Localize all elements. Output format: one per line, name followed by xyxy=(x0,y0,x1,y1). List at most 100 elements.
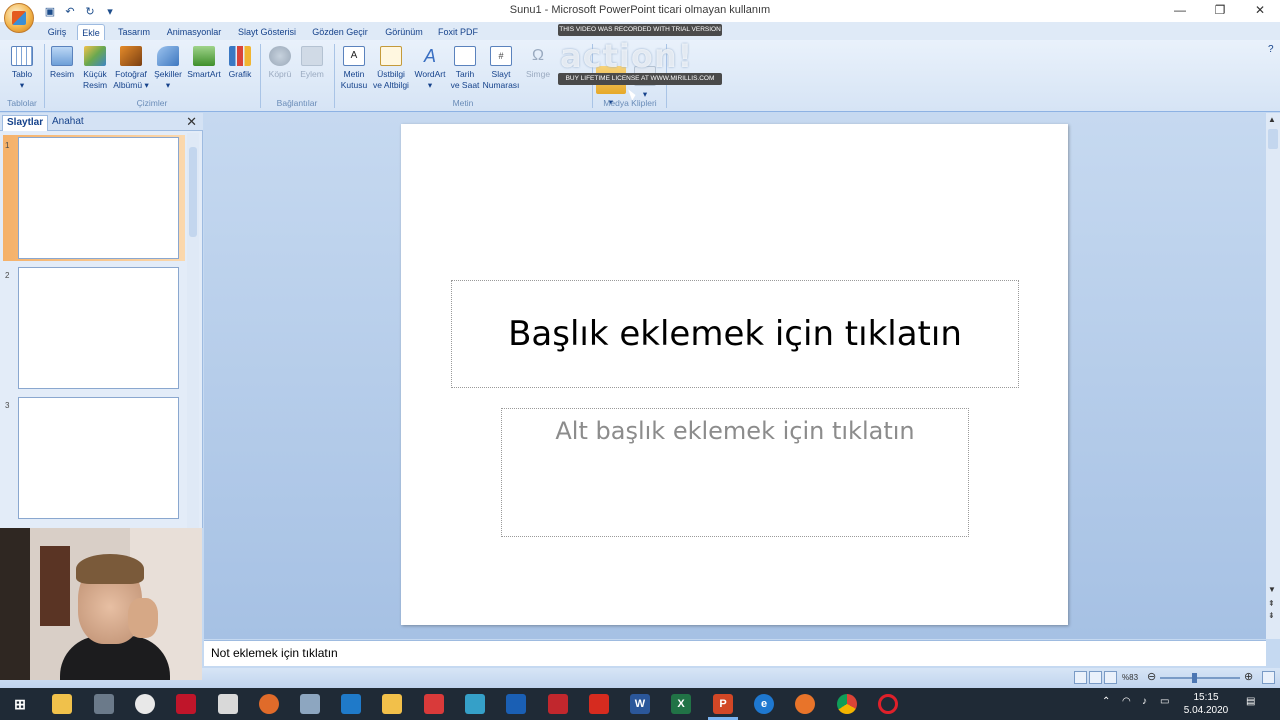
group-label-baglantilar: Bağlantılar xyxy=(276,98,318,108)
slide-show-button[interactable] xyxy=(1104,671,1117,684)
tray-chevron-icon[interactable]: ⌃ xyxy=(1102,696,1110,707)
help-icon[interactable]: ? xyxy=(1268,44,1274,55)
normal-view-button[interactable] xyxy=(1074,671,1087,684)
slide-scrollbar[interactable]: ▲ ▼ ⇞ ⇟ xyxy=(1266,113,1280,639)
spreadsheet-app-icon[interactable] xyxy=(465,694,485,714)
firefox-icon[interactable] xyxy=(795,694,815,714)
subtitle-placeholder[interactable]: Alt başlık eklemek için tıklatın xyxy=(501,408,969,537)
powerpoint-icon[interactable]: P xyxy=(713,694,733,714)
slide-editing-area: Başlık eklemek için tıklatın Alt başlık … xyxy=(204,113,1266,639)
wordart-button[interactable]: A WordArt ▾ xyxy=(410,46,450,91)
excel-icon[interactable]: X xyxy=(671,694,691,714)
group-label-medya-klipleri: Medya Klipleri xyxy=(603,98,657,108)
zoom-level[interactable]: %83 xyxy=(1122,673,1138,682)
zoom-out-icon[interactable]: ⊖ xyxy=(1147,670,1156,683)
windows-taskbar: ⊞ W X P e ⌃ ◠ ♪ ▭ 15:15 5.04.2020 ▤ xyxy=(0,688,1280,720)
fotograf-albumu-button[interactable]: Fotoğraf Albümü ▾ xyxy=(111,46,151,91)
slide-thumbnail-1[interactable] xyxy=(18,137,179,259)
scroll-thumb[interactable] xyxy=(1268,129,1278,149)
close-icon[interactable]: ✕ xyxy=(1240,0,1280,20)
previous-slide-icon[interactable]: ⇞ xyxy=(1268,599,1275,608)
grafik-button[interactable]: Grafik xyxy=(220,46,260,80)
tablo-button[interactable]: Tablo ▾ xyxy=(2,46,42,91)
tab-giris[interactable]: Giriş xyxy=(42,24,72,40)
word-icon[interactable]: W xyxy=(630,694,650,714)
grid-app-icon[interactable] xyxy=(506,694,526,714)
zoom-slider[interactable] xyxy=(1160,677,1240,679)
tab-gozden-gecir[interactable]: Gözden Geçir xyxy=(308,24,372,40)
watermark-bottom: BUY LIFETIME LICENSE AT WWW.MIRILLIS.COM xyxy=(558,73,722,85)
opera-icon[interactable] xyxy=(878,694,898,714)
ustbilgi-altbilgi-button[interactable]: Üstbilgi ve Altbilgi xyxy=(368,46,414,91)
slides-pane: Slaytlar Anahat ✕ 1 2 3 xyxy=(0,113,203,528)
clock-app-icon[interactable] xyxy=(135,694,155,714)
smartart-icon xyxy=(193,46,215,66)
smartart-button[interactable]: SmartArt xyxy=(183,46,225,80)
media-app-icon[interactable] xyxy=(176,694,196,714)
photo-album-icon xyxy=(120,46,142,66)
tab-animasyonlar[interactable]: Animasyonlar xyxy=(162,24,226,40)
tab-gorunum[interactable]: Görünüm xyxy=(380,24,428,40)
tarih-saat-button[interactable]: Tarih ve Saat xyxy=(445,46,485,91)
restore-icon[interactable]: ❐ xyxy=(1200,0,1240,20)
windows-start-icon[interactable]: ⊞ xyxy=(10,694,30,714)
internet-explorer-icon[interactable]: e xyxy=(754,694,774,714)
slide-thumbnail-2[interactable] xyxy=(18,267,179,389)
tab-slaytlar[interactable]: Slaytlar xyxy=(2,115,49,131)
slide-sorter-button[interactable] xyxy=(1089,671,1102,684)
slide-number-icon: # xyxy=(490,46,512,66)
slide-number: 3 xyxy=(5,401,10,410)
title-placeholder[interactable]: Başlık eklemek için tıklatın xyxy=(451,280,1019,388)
slides-scrollbar[interactable] xyxy=(187,133,199,528)
eylem-button[interactable]: Eylem xyxy=(292,46,332,80)
battery-icon[interactable]: ▭ xyxy=(1160,696,1169,707)
calendar-icon xyxy=(454,46,476,66)
minimize-icon[interactable]: — xyxy=(1160,0,1200,20)
tab-tasarim[interactable]: Tasarım xyxy=(114,24,154,40)
scroll-up-icon[interactable]: ▲ xyxy=(1268,115,1276,124)
tab-ekle[interactable]: Ekle xyxy=(77,24,105,40)
simge-button[interactable]: Ω Simge xyxy=(518,46,558,80)
paint-icon[interactable] xyxy=(300,694,320,714)
reader-icon[interactable] xyxy=(424,694,444,714)
notifications-icon[interactable]: ▤ xyxy=(1246,696,1255,707)
media-player-icon[interactable] xyxy=(382,694,402,714)
next-slide-icon[interactable]: ⇟ xyxy=(1268,611,1275,620)
recorder-app-icon[interactable] xyxy=(259,694,279,714)
tab-foxit-pdf[interactable]: Foxit PDF xyxy=(436,24,480,40)
notes-pane[interactable]: Not eklemek için tıklatın xyxy=(204,640,1266,666)
volume-icon[interactable]: ♪ xyxy=(1142,696,1147,707)
calculator-icon[interactable] xyxy=(218,694,238,714)
photos-icon[interactable] xyxy=(341,694,361,714)
taskbar-clock[interactable]: 15:15 5.04.2020 xyxy=(1180,691,1232,717)
group-label-tablolar: Tablolar xyxy=(7,98,37,108)
zoom-in-icon[interactable]: ⊕ xyxy=(1244,670,1253,683)
mendeley-icon[interactable] xyxy=(548,694,568,714)
picture-icon xyxy=(51,46,73,66)
zoom-slider-thumb[interactable] xyxy=(1192,673,1197,683)
pane-tabs: Slaytlar Anahat ✕ xyxy=(0,113,203,131)
pdf-reader-icon[interactable] xyxy=(589,694,609,714)
file-explorer-icon[interactable] xyxy=(52,694,72,714)
current-slide[interactable]: Başlık eklemek için tıklatın Alt başlık … xyxy=(401,124,1068,625)
sekiller-button[interactable]: Şekiller ▾ xyxy=(148,46,188,91)
chrome-icon[interactable] xyxy=(837,694,857,714)
close-pane-icon[interactable]: ✕ xyxy=(186,114,197,130)
slide-number: 2 xyxy=(5,271,10,280)
usb-drive-icon[interactable] xyxy=(94,694,114,714)
network-icon[interactable]: ◠ xyxy=(1122,696,1131,707)
office-logo-icon xyxy=(12,11,26,25)
wordart-icon: A xyxy=(423,46,436,66)
scroll-down-icon[interactable]: ▼ xyxy=(1268,585,1276,594)
office-button[interactable] xyxy=(4,3,34,33)
clip-art-icon xyxy=(84,46,106,66)
watermark-top: THIS VIDEO WAS RECORDED WITH TRIAL VERSI… xyxy=(558,24,722,36)
tab-slayt-gosterisi[interactable]: Slayt Gösterisi xyxy=(234,24,300,40)
slayt-numarasi-button[interactable]: # Slayt Numarası xyxy=(481,46,521,91)
kucuk-resim-button[interactable]: Küçük Resim xyxy=(75,46,115,91)
group-label-cizimler: Çizimler xyxy=(136,98,168,108)
tab-anahat[interactable]: Anahat xyxy=(48,115,88,131)
fit-to-window-button[interactable] xyxy=(1262,671,1275,684)
slide-thumbnail-3[interactable] xyxy=(18,397,179,519)
scroll-thumb[interactable] xyxy=(189,147,197,237)
